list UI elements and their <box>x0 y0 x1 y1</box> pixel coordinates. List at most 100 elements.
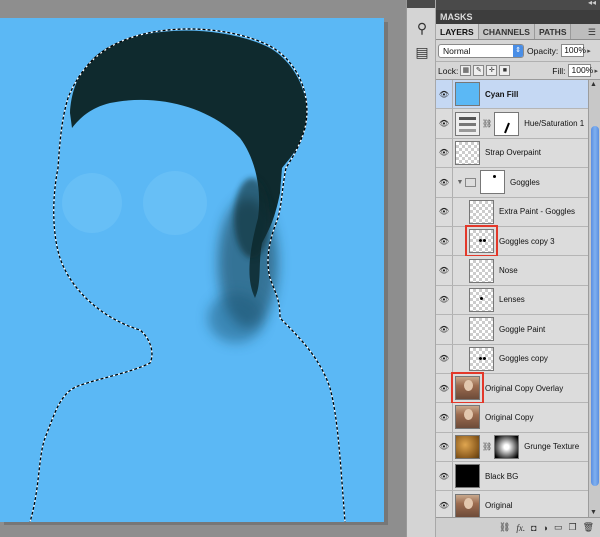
visibility-eye-icon[interactable]: 👁 <box>436 90 452 99</box>
trash-icon[interactable]: 🗑 <box>583 522 594 533</box>
layer-group-goggles[interactable]: 👁 ▼ Goggles <box>436 168 588 198</box>
layer-thumbnail <box>469 287 494 312</box>
visibility-eye-icon[interactable]: 👁 <box>436 472 452 481</box>
layer-row-grunge-texture[interactable]: 👁 ⛓ Grunge Texture <box>436 432 588 463</box>
lock-label: Lock: <box>438 65 459 76</box>
visibility-eye-icon[interactable]: 👁 <box>436 413 452 422</box>
group-mask-thumbnail <box>480 170 505 195</box>
layer-name: Grunge Texture <box>524 442 580 452</box>
add-mask-icon[interactable]: ◘ <box>531 523 536 533</box>
usb-icon[interactable]: ⚲ <box>412 18 432 38</box>
layer-row-goggles-copy-3[interactable]: 👁 Goggles copy 3 <box>436 225 588 258</box>
layer-name: Lenses <box>499 295 525 305</box>
panel-menu-icon[interactable]: ☰ <box>588 27 596 38</box>
layer-row-goggle-paint[interactable]: 👁 Goggle Paint <box>436 315 588 345</box>
layer-thumbnail <box>469 199 494 224</box>
layer-row-lenses[interactable]: 👁 Lenses <box>436 285 588 316</box>
layer-name: Goggles <box>510 177 540 187</box>
collapsed-panel-strip: ⚲ ▤ <box>406 0 436 537</box>
layer-name: Goggles copy <box>499 354 548 364</box>
fill-slider-icon[interactable]: ▸ <box>594 67 598 75</box>
layer-name: Original <box>485 501 513 511</box>
scroll-thumb[interactable] <box>591 126 599 486</box>
opacity-label: Opacity: <box>527 45 559 56</box>
blend-options-row: Normal ⇕ Opacity: 100% ▸ <box>436 40 600 62</box>
lock-row: Lock: ▦ ✎ ✛ ■ Fill: 100% ▸ <box>436 62 600 80</box>
layer-row-original[interactable]: 👁 Original <box>436 491 588 517</box>
visibility-eye-icon[interactable]: 👁 <box>436 384 452 393</box>
fx-icon[interactable]: fx. <box>516 523 525 533</box>
visibility-eye-icon[interactable]: 👁 <box>436 148 452 157</box>
layers-panel: ◂◂ MASKS LAYERS CHANNELS PATHS ☰ Normal … <box>436 0 600 537</box>
layers-list: 👁 Cyan Fill 👁 ⛓ Hue/Saturation 1 👁 Strap… <box>436 80 588 517</box>
opacity-slider-icon[interactable]: ▸ <box>587 47 591 55</box>
layer-thumbnail <box>455 140 480 165</box>
group-expand-arrow-icon[interactable]: ▼ <box>455 179 465 186</box>
document-canvas[interactable] <box>0 18 384 522</box>
visibility-eye-icon[interactable]: 👁 <box>436 295 452 304</box>
visibility-eye-icon[interactable]: 👁 <box>436 325 452 334</box>
visibility-eye-icon[interactable]: 👁 <box>436 266 452 275</box>
layer-name: Nose <box>499 266 518 276</box>
layer-name: Goggle Paint <box>499 324 546 334</box>
layer-thumbnail <box>455 464 480 489</box>
new-layer-icon[interactable]: ❐ <box>568 522 576 533</box>
layer-row-original-copy-overlay[interactable]: 👁 Original Copy Overlay <box>436 372 588 405</box>
layer-row-nose[interactable]: 👁 Nose <box>436 256 588 286</box>
canvas-artwork <box>29 28 346 522</box>
tab-channels[interactable]: CHANNELS <box>478 24 535 39</box>
panel-title-bar[interactable]: ◂◂ <box>436 0 600 10</box>
lock-all-icon[interactable]: ■ <box>499 65 511 76</box>
texture-thumbnail <box>455 434 480 459</box>
scroll-down-icon[interactable]: ▼ <box>590 509 597 516</box>
visibility-eye-icon[interactable]: 👁 <box>436 501 452 510</box>
opacity-input[interactable]: 100% <box>561 44 586 57</box>
layer-thumbnail <box>465 225 498 258</box>
layer-row-black-bg[interactable]: 👁 Black BG <box>436 462 588 492</box>
tab-layers[interactable]: LAYERS <box>436 24 479 39</box>
layers-scrollbar[interactable]: ▲ ▼ <box>588 80 600 517</box>
new-group-icon[interactable]: ▭ <box>554 522 563 533</box>
mask-thumbnail <box>494 111 520 136</box>
mask-stroke-icon <box>504 122 511 133</box>
lock-position-icon[interactable]: ✛ <box>486 65 498 76</box>
layer-thumbnail <box>469 346 494 371</box>
portrait-thumbnail <box>451 372 484 405</box>
visibility-eye-icon[interactable]: 👁 <box>436 207 452 216</box>
layer-row-original-copy[interactable]: 👁 Original Copy <box>436 403 588 433</box>
hue-saturation-icon <box>459 116 476 132</box>
layer-name: Hue/Saturation 1 <box>524 119 585 129</box>
lock-transparency-icon[interactable]: ▦ <box>460 65 472 76</box>
lock-pixels-icon[interactable]: ✎ <box>473 65 485 76</box>
visibility-eye-icon[interactable]: 👁 <box>436 178 452 187</box>
adjustment-thumbnail <box>455 111 480 136</box>
layers-footer-toolbar: ⛓ fx. ◘ ◑ ▭ ❐ 🗑 <box>436 517 600 537</box>
collapse-arrows-icon[interactable]: ◂◂ <box>588 0 596 7</box>
layer-comps-icon[interactable]: ▤ <box>412 42 432 62</box>
layer-name: Strap Overpaint <box>485 148 542 158</box>
layer-thumbnail <box>455 82 480 107</box>
tab-paths[interactable]: PATHS <box>534 24 572 39</box>
scroll-up-icon[interactable]: ▲ <box>590 81 597 88</box>
strip-header[interactable] <box>407 0 435 8</box>
layer-row-cyan-fill[interactable]: 👁 Cyan Fill <box>436 80 588 110</box>
fill-input[interactable]: 100% <box>568 64 593 77</box>
layer-row-extra-paint-goggles[interactable]: 👁 Extra Paint - Goggles <box>436 197 588 227</box>
blend-mode-select[interactable]: Normal ⇕ <box>438 43 524 58</box>
adjustment-layer-icon[interactable]: ◑ <box>543 523 548 533</box>
layer-thumbnail <box>469 258 494 283</box>
link-layers-icon[interactable]: ⛓ <box>499 522 510 533</box>
layer-row-strap-overpaint[interactable]: 👁 Strap Overpaint <box>436 138 588 169</box>
layer-row-goggles-copy[interactable]: 👁 Goggles copy <box>436 344 588 374</box>
visibility-eye-icon[interactable]: 👁 <box>436 442 452 451</box>
panel-tabs: LAYERS CHANNELS PATHS ☰ <box>436 24 600 40</box>
layer-thumbnail <box>469 317 494 342</box>
link-chain-icon: ⛓ <box>482 442 493 452</box>
layer-name: Original Copy <box>485 412 534 422</box>
portrait-thumbnail <box>455 493 480 517</box>
visibility-eye-icon[interactable]: 👁 <box>436 354 452 363</box>
visibility-eye-icon[interactable]: 👁 <box>436 237 452 246</box>
visibility-eye-icon[interactable]: 👁 <box>436 119 452 128</box>
layer-row-hue-saturation[interactable]: 👁 ⛓ Hue/Saturation 1 <box>436 109 588 139</box>
masks-panel-header[interactable]: MASKS <box>436 10 600 24</box>
